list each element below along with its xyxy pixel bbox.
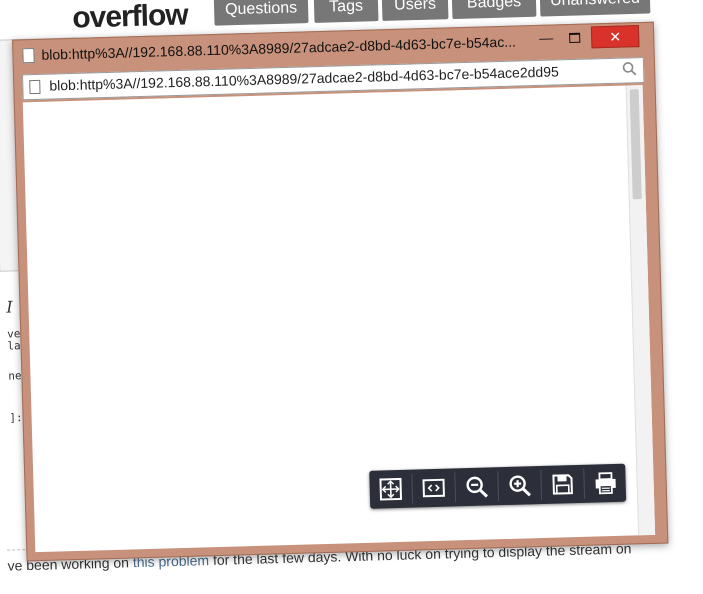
italic-button[interactable]: I [6,297,13,316]
scroll-thumb[interactable] [630,89,642,199]
fit-page-icon[interactable] [371,473,410,506]
maximize-icon [569,33,580,43]
nav-questions[interactable]: Questions [214,0,309,26]
popup-window: blob:http%3A//192.168.88.110%3A8989/27ad… [12,22,668,562]
toolbar-separator [540,470,542,500]
search-icon[interactable] [622,61,638,80]
toolbar-separator [497,471,499,501]
minimize-button[interactable]: — [533,27,560,48]
zoom-out-icon[interactable] [457,470,496,503]
nav-unanswered[interactable]: Unanswered [540,0,651,17]
nav-users[interactable]: Users [382,0,449,21]
page-icon [29,80,40,94]
pdf-toolbar [369,464,626,509]
zoom-in-icon[interactable] [500,469,539,502]
site-logo[interactable]: overflow [72,0,188,36]
nav-tags[interactable]: Tags [314,0,379,23]
pdf-viewer[interactable] [23,85,655,552]
maximize-button[interactable] [561,27,588,48]
close-button[interactable]: ✕ [591,25,640,48]
window-title: blob:http%3A//192.168.88.110%3A8989/27ad… [41,34,516,63]
nav-badges[interactable]: Badges [452,0,537,19]
save-icon[interactable] [543,468,582,501]
page-icon [22,48,34,63]
toolbar-separator [583,469,585,499]
vertical-scrollbar[interactable] [626,85,656,535]
editor-text-line: ]: [9,411,23,424]
print-icon[interactable] [586,467,625,500]
toolbar-separator [411,474,413,504]
rotate-icon[interactable] [414,471,453,504]
toolbar-separator [454,472,456,502]
